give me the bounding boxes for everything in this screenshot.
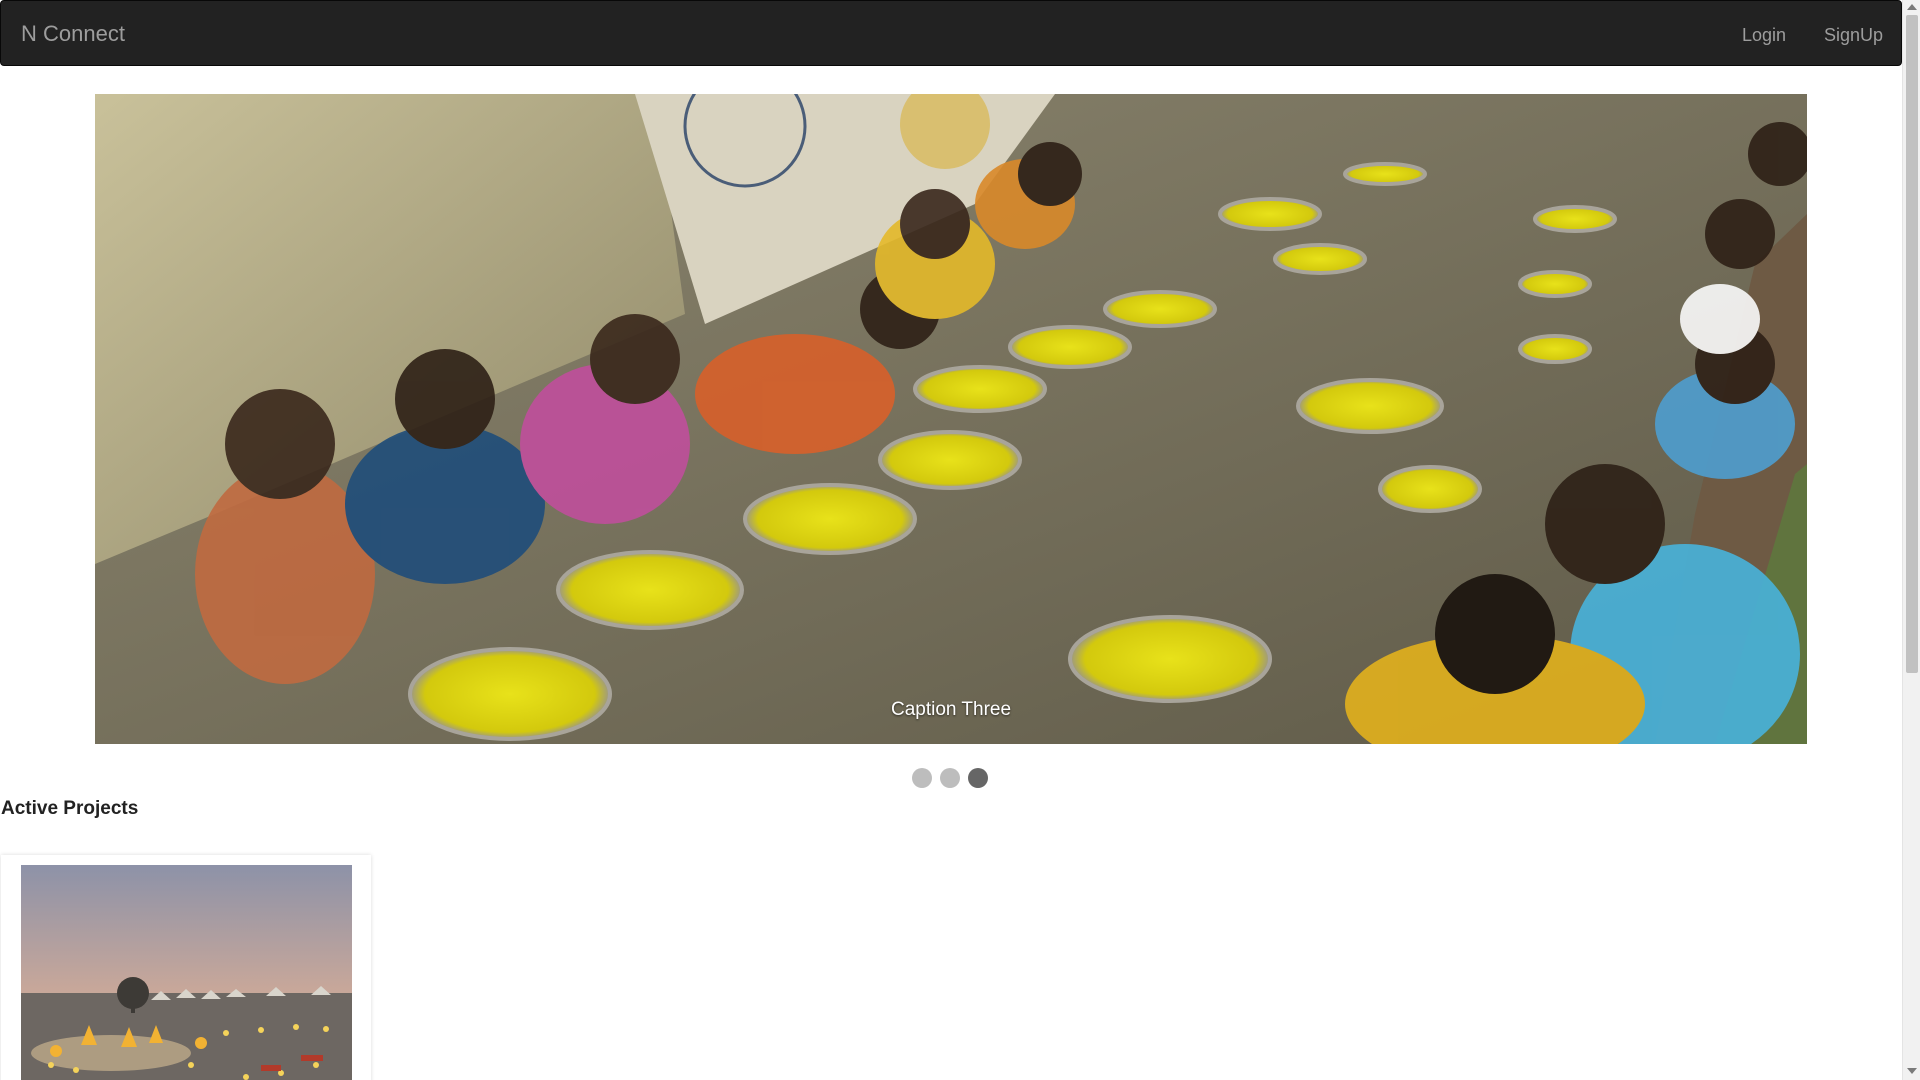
carousel-caption: Caption Three: [890, 699, 1012, 720]
image-carousel[interactable]: Caption Three: [95, 94, 1807, 744]
scroll-down-arrow-icon[interactable]: [1907, 1068, 1917, 1074]
signup-link[interactable]: SignUp: [1824, 24, 1883, 46]
active-projects-heading: Active Projects: [1, 798, 139, 819]
login-link[interactable]: Login: [1742, 24, 1786, 46]
vertical-scrollbar[interactable]: [1902, 0, 1920, 1080]
project-card-image: [21, 865, 352, 1080]
page: N Connect Login SignUp Caption Three Act…: [0, 0, 1920, 1080]
brand-link[interactable]: N Connect: [21, 20, 125, 48]
scrollbar-thumb[interactable]: [1906, 15, 1918, 673]
carousel-indicator-3[interactable]: [968, 768, 988, 788]
carousel-indicator-1[interactable]: [912, 768, 932, 788]
carousel-indicators: [912, 768, 988, 790]
scroll-up-arrow-icon[interactable]: [1907, 4, 1917, 10]
project-card[interactable]: [1, 855, 371, 1080]
carousel-slide-image: [95, 94, 1807, 744]
carousel-indicator-2[interactable]: [940, 768, 960, 788]
top-navbar: N Connect Login SignUp: [0, 0, 1902, 66]
